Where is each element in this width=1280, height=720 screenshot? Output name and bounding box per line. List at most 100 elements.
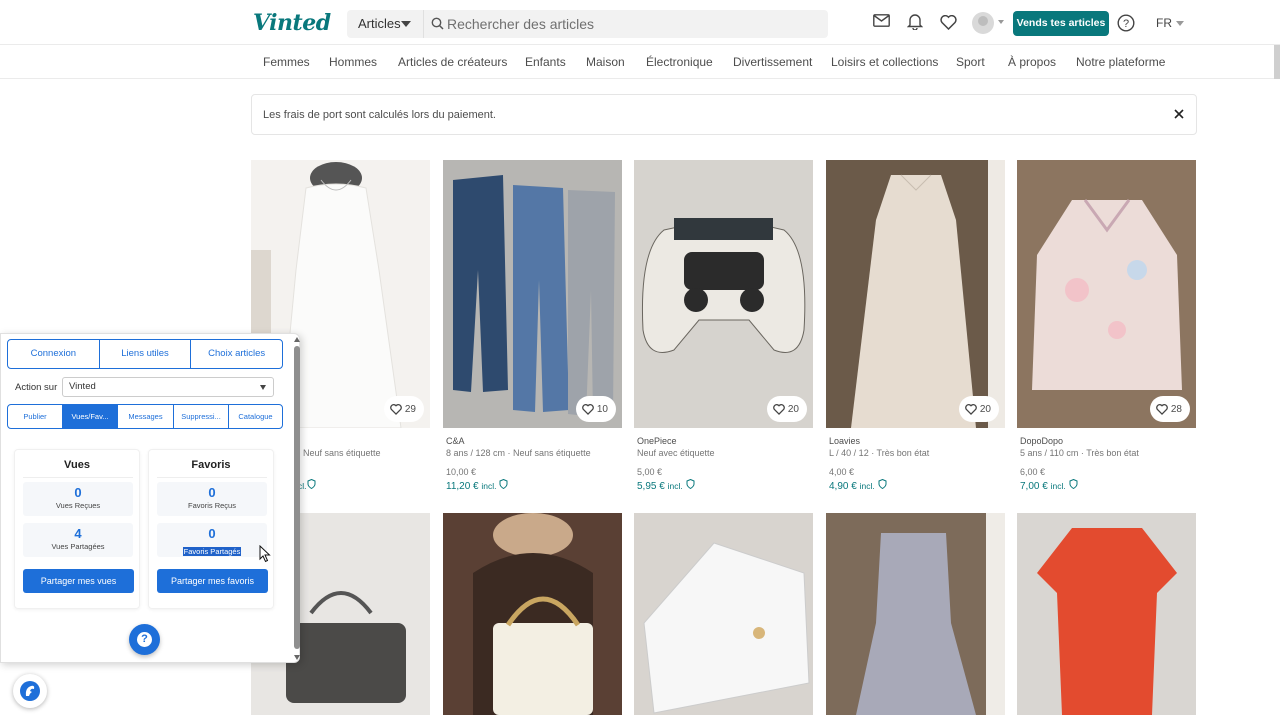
item-card[interactable]: [826, 513, 1005, 715]
item-photo-jacket[interactable]: 28: [1017, 160, 1196, 428]
item-photo-grey-dress[interactable]: [826, 513, 1005, 715]
nav-item-electronique[interactable]: Électronique: [646, 55, 713, 69]
share-views-button[interactable]: Partager mes vues: [23, 569, 134, 593]
page-scrollbar[interactable]: [1274, 45, 1280, 79]
tab-messages[interactable]: Messages: [118, 405, 174, 428]
close-icon[interactable]: [1172, 107, 1186, 121]
nav-item-sport[interactable]: Sport: [956, 55, 985, 69]
item-meta: 8 ans / 128 cm · Neuf sans étiquette: [446, 448, 591, 458]
svg-text:?: ?: [1123, 18, 1129, 30]
item-price: 10,00 €: [446, 467, 477, 477]
item-meta: Neuf avec étiquette: [637, 448, 715, 458]
nav-item-femmes[interactable]: Femmes: [263, 55, 310, 69]
nav-item-loisirs[interactable]: Loisirs et collections: [831, 55, 938, 69]
item-photo-white-handbag[interactable]: [443, 513, 622, 715]
favorites-shared: 0 Favoris Partagés: [157, 523, 267, 557]
bell-icon[interactable]: [907, 13, 923, 30]
scroll-down-arrow-icon[interactable]: [294, 655, 300, 660]
caret-down-icon: [401, 21, 411, 27]
item-photo-controller[interactable]: 20: [634, 160, 813, 428]
item-brand: C&A: [446, 436, 465, 446]
search-bar: Articles: [347, 10, 828, 38]
item-photo-beige-dress[interactable]: 20: [826, 160, 1005, 428]
caret-down-icon: [998, 20, 1004, 24]
item-photo-red-dress[interactable]: [1017, 513, 1196, 715]
item-price-incl: 4,90 € incl.: [829, 478, 887, 492]
incl-label: incl.: [667, 481, 683, 491]
price-incl-value: 11,20 €: [446, 481, 479, 492]
heart-icon: [965, 403, 977, 415]
views-shared-value: 4: [74, 526, 82, 541]
nav-item-a-propos[interactable]: À propos: [1008, 55, 1056, 69]
views-shared: 4 Vues Partagées: [23, 523, 133, 557]
item-card[interactable]: [634, 513, 813, 715]
item-meta: 5 ans / 110 cm · Très bon état: [1020, 448, 1139, 458]
sell-items-button[interactable]: Vends tes articles: [1013, 11, 1109, 36]
favorite-count: 10: [596, 403, 608, 415]
panel-main-tabs: Connexion Liens utiles Choix articles: [7, 339, 283, 369]
tab-suppression[interactable]: Suppressi...: [174, 405, 229, 428]
nav-item-divertissement[interactable]: Divertissement: [733, 55, 812, 69]
price-incl-value: 5,95 €: [637, 481, 665, 492]
tab-vues-favoris[interactable]: Vues/Fav...: [63, 405, 118, 428]
tab-connexion[interactable]: Connexion: [8, 340, 100, 368]
heart-icon[interactable]: [940, 15, 957, 30]
extension-logo-button[interactable]: [13, 674, 47, 708]
scroll-up-arrow-icon[interactable]: [294, 337, 300, 342]
favorites-received: 0 Favoris Reçus: [157, 482, 267, 516]
views-shared-label: Vues Partagées: [51, 542, 105, 551]
action-select-value: Vinted: [69, 381, 96, 392]
item-price: 6,00 €: [1020, 467, 1046, 477]
avatar[interactable]: [972, 12, 994, 34]
item-brand: OnePiece: [637, 436, 677, 446]
favorites-box: Favoris 0 Favoris Reçus 0 Favoris Partag…: [148, 449, 274, 609]
shield-check-icon: [1069, 478, 1077, 490]
nav-item-enfants[interactable]: Enfants: [525, 55, 566, 69]
item-photo-sneakers[interactable]: [634, 513, 813, 715]
tab-choix-articles[interactable]: Choix articles: [191, 340, 282, 368]
panel-help-button[interactable]: ?: [129, 624, 160, 655]
panel-scrollbar[interactable]: [293, 334, 301, 664]
incl-label: incl.: [481, 481, 497, 491]
favorite-button[interactable]: 10: [575, 396, 616, 422]
nav-item-hommes[interactable]: Hommes: [329, 55, 377, 69]
search-input[interactable]: [447, 14, 817, 34]
favorite-button[interactable]: 20: [958, 396, 999, 422]
scroll-thumb[interactable]: [294, 346, 300, 649]
tab-liens-utiles[interactable]: Liens utiles: [100, 340, 192, 368]
nav-item-designer[interactable]: Articles de créateurs: [398, 55, 507, 69]
favorite-count: 28: [1170, 403, 1182, 415]
search-category-dropdown[interactable]: Articles: [347, 10, 424, 38]
item-price-incl: 7,00 € incl.: [1020, 478, 1078, 492]
language-selector[interactable]: FR: [1156, 16, 1172, 30]
shield-check-icon: [499, 478, 508, 490]
favorite-button[interactable]: 20: [766, 396, 807, 422]
tab-publier[interactable]: Publier: [8, 405, 63, 428]
nav-item-plateforme[interactable]: Notre plateforme: [1076, 55, 1165, 69]
heart-icon: [390, 403, 402, 415]
favorite-count: 20: [979, 403, 991, 415]
mail-icon[interactable]: [873, 14, 890, 27]
vinted-logo[interactable]: Vinted: [253, 10, 331, 36]
incl-label: incl.: [1050, 481, 1066, 491]
favorites-received-value: 0: [208, 485, 216, 500]
shield-check-icon: [878, 478, 886, 490]
price-incl-value: 7,00 €: [1020, 481, 1048, 492]
item-price-incl: 5,95 € incl.: [637, 478, 695, 492]
nav-item-maison[interactable]: Maison: [586, 55, 625, 69]
item-price-incl: 11,20 € incl.: [446, 478, 508, 492]
tab-catalogue[interactable]: Catalogue: [229, 405, 282, 428]
category-nav: Femmes Hommes Articles de créateurs Enfa…: [0, 45, 1280, 79]
item-card[interactable]: [1017, 513, 1196, 715]
action-select[interactable]: Vinted: [62, 377, 274, 397]
share-favorites-button[interactable]: Partager mes favoris: [157, 569, 268, 593]
item-photo-jeans[interactable]: 10: [443, 160, 622, 428]
panel-sub-tabs: Publier Vues/Fav... Messages Suppressi..…: [7, 404, 283, 429]
extension-panel: Connexion Liens utiles Choix articles Ac…: [0, 333, 300, 663]
search-icon: [431, 17, 444, 30]
extension-logo-icon: [20, 681, 40, 701]
item-card[interactable]: [443, 513, 622, 715]
favorite-button[interactable]: 28: [1149, 396, 1190, 422]
favorite-button[interactable]: 29: [383, 396, 424, 422]
help-icon[interactable]: ?: [1117, 14, 1135, 32]
